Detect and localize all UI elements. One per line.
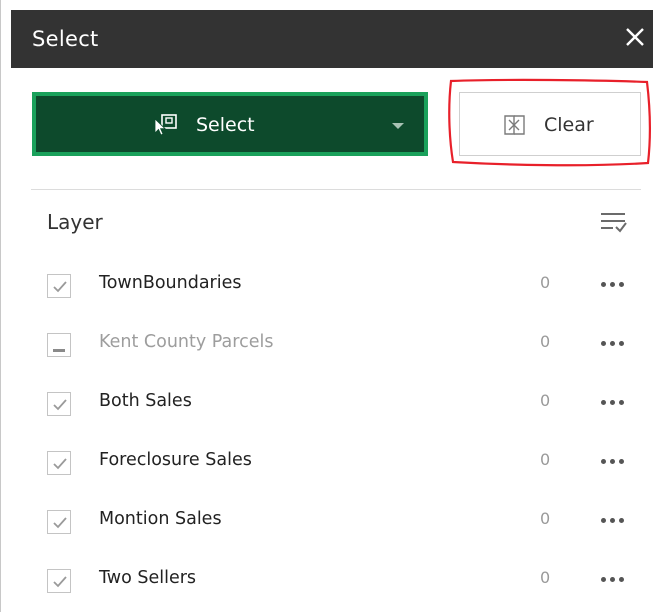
clear-button[interactable]: Clear [459, 92, 641, 156]
select-button[interactable]: Select [32, 92, 428, 156]
select-cursor-icon [152, 113, 180, 137]
checkbox-checked[interactable] [47, 510, 71, 534]
layer-row-kent-county-parcels[interactable]: Kent County Parcels 0 [1, 312, 653, 371]
more-options-icon[interactable] [599, 393, 627, 407]
more-options-icon[interactable] [599, 275, 627, 289]
sort-filter-icon[interactable] [599, 209, 627, 235]
more-options-icon[interactable] [599, 511, 627, 525]
clear-button-label: Clear [544, 114, 594, 136]
selection-count: 0 [540, 273, 551, 292]
layer-name: Two Sellers [99, 568, 197, 588]
layer-name: Both Sales [99, 391, 192, 411]
close-icon[interactable] [622, 24, 648, 50]
layer-name: Kent County Parcels [99, 332, 274, 352]
checkbox-checked[interactable] [47, 569, 71, 593]
select-panel: Select Select Clear Layer TownBoundaries… [0, 0, 653, 612]
checkbox-checked[interactable] [47, 392, 71, 416]
layer-row-foreclosure-sales[interactable]: Foreclosure Sales 0 [1, 430, 653, 489]
selection-count: 0 [540, 450, 551, 469]
checkbox-checked[interactable] [47, 274, 71, 298]
layer-name: Montion Sales [99, 509, 222, 529]
layer-name: Foreclosure Sales [99, 450, 252, 470]
panel-header: Select [11, 10, 653, 68]
more-options-icon[interactable] [599, 334, 627, 348]
checkbox-checked[interactable] [47, 451, 71, 475]
selection-count: 0 [540, 332, 551, 351]
select-button-label: Select [196, 114, 255, 136]
layer-list: TownBoundaries 0 Kent County Parcels 0 B… [1, 253, 653, 607]
toolbar-divider [31, 189, 641, 190]
chevron-down-icon[interactable] [392, 123, 404, 129]
checkbox-unchecked[interactable] [47, 333, 71, 357]
layer-row-both-sales[interactable]: Both Sales 0 [1, 371, 653, 430]
selection-count: 0 [540, 509, 551, 528]
layer-row-montion-sales[interactable]: Montion Sales 0 [1, 489, 653, 548]
layer-name: TownBoundaries [99, 273, 242, 293]
selection-count: 0 [540, 391, 551, 410]
more-options-icon[interactable] [599, 452, 627, 466]
layer-header: Layer [47, 210, 103, 234]
layer-row-two-sellers[interactable]: Two Sellers 0 [1, 548, 653, 607]
selection-count: 0 [540, 568, 551, 587]
clear-selection-icon [502, 114, 528, 136]
panel-title: Select [32, 27, 99, 51]
layer-row-townboundaries[interactable]: TownBoundaries 0 [1, 253, 653, 312]
more-options-icon[interactable] [599, 570, 627, 584]
